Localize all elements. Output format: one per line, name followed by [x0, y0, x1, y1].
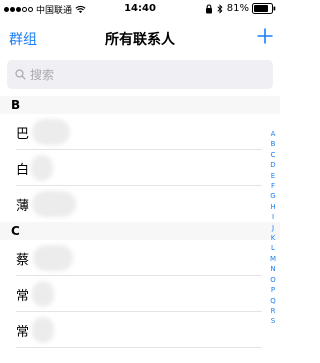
contact-row[interactable]: 蔡: [0, 240, 262, 276]
index-letter-f[interactable]: F: [271, 181, 275, 191]
contact-name: 蔡: [16, 253, 30, 268]
index-letter-c[interactable]: C: [271, 150, 276, 160]
search-bar[interactable]: [7, 60, 273, 89]
index-letter-p[interactable]: P: [271, 285, 275, 295]
redacted-name: [31, 155, 53, 181]
contact-row[interactable]: 巴: [0, 114, 262, 150]
redacted-name: [32, 191, 76, 217]
index-letter-k[interactable]: K: [271, 233, 276, 243]
index-letter-h[interactable]: H: [270, 202, 275, 212]
contact-row[interactable]: 白: [0, 150, 262, 186]
index-letter-i[interactable]: I: [272, 212, 274, 222]
index-letter-e[interactable]: E: [271, 171, 275, 181]
status-right: 81%: [205, 3, 276, 14]
index-letter-a[interactable]: A: [271, 129, 276, 139]
search-input[interactable]: [30, 67, 230, 82]
contact-name: 巴: [16, 127, 30, 142]
section-header-b: B: [0, 96, 280, 114]
index-letter-m[interactable]: M: [270, 254, 276, 264]
search-icon: [15, 69, 26, 80]
index-letter-b[interactable]: B: [271, 139, 276, 149]
redacted-name: [32, 281, 54, 307]
row-divider: [16, 347, 262, 348]
add-contact-button[interactable]: [256, 27, 274, 45]
index-letter-q[interactable]: Q: [270, 296, 276, 306]
index-letter-j[interactable]: J: [272, 223, 274, 233]
contacts-screen: 中国联通 14:40 81% 群组 所有联系人 搜索 B 巴 白 薄 C 蔡 常…: [0, 0, 280, 363]
contact-row[interactable]: 薄: [0, 186, 262, 222]
battery-icon: [252, 3, 276, 14]
contact-name: 薄: [16, 199, 30, 214]
index-letter-l[interactable]: L: [271, 243, 275, 253]
index-letter-n[interactable]: N: [270, 264, 275, 274]
nav-bar: 群组 所有联系人: [0, 20, 280, 56]
index-letter-s[interactable]: S: [271, 316, 275, 326]
index-letter-o[interactable]: O: [270, 275, 276, 285]
section-index[interactable]: ABCDEFGHIJKLMNOPQRS: [268, 129, 278, 327]
section-header-c: C: [0, 222, 280, 240]
index-letter-r[interactable]: R: [271, 306, 276, 316]
contact-name: 常: [16, 289, 30, 304]
index-letter-g[interactable]: G: [270, 191, 275, 201]
orientation-lock-icon: [205, 3, 212, 13]
redacted-name: [32, 119, 70, 145]
status-bar: 中国联通 14:40 81%: [0, 0, 280, 20]
redacted-name: [32, 317, 54, 343]
contact-name: 白: [16, 163, 30, 178]
page-title: 所有联系人: [105, 32, 175, 48]
battery-percent: 81%: [226, 3, 249, 14]
contact-row[interactable]: 常: [0, 276, 262, 312]
bluetooth-icon: [217, 3, 223, 14]
contact-row[interactable]: 常: [0, 312, 262, 348]
index-letter-d[interactable]: D: [270, 160, 275, 170]
redacted-name: [33, 245, 73, 271]
contact-name: 常: [16, 325, 30, 340]
